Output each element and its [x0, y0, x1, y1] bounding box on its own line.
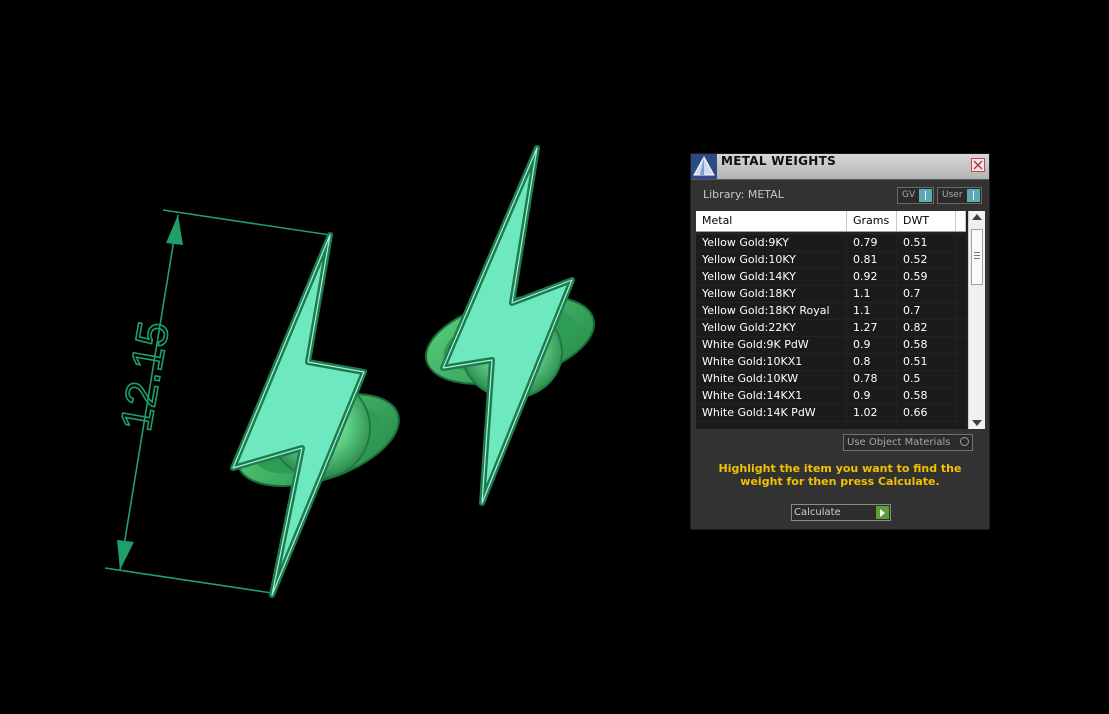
gv-label: GV: [902, 190, 916, 200]
table-row[interactable]: Yellow Gold:22KY 1.27 0.82: [696, 320, 966, 337]
cell-dwt: 0.51: [897, 354, 955, 370]
cell-metal: White Gold:10KX1: [696, 354, 846, 370]
column-header-grams[interactable]: Grams: [847, 211, 897, 231]
cell-dwt: 0.82: [897, 320, 955, 336]
column-header-metal[interactable]: Metal: [696, 211, 847, 231]
gv-toggle-indicator-icon: [919, 189, 932, 202]
cell-metal: Yellow Gold:18KY: [696, 286, 846, 302]
table-row-partial[interactable]: [696, 422, 966, 429]
table-row[interactable]: White Gold:14KX1 0.9 0.58: [696, 388, 966, 405]
cell-grams: 0.81: [847, 252, 896, 268]
cell-metal: Yellow Gold:22KY: [696, 320, 846, 336]
table-row[interactable]: White Gold:10KW 0.78 0.5: [696, 371, 966, 388]
cell-extra: [956, 235, 966, 251]
cell-dwt: 0.58: [897, 337, 955, 353]
cell-grams: 1.1: [847, 286, 896, 302]
table-row[interactable]: Yellow Gold:10KY 0.81 0.52: [696, 252, 966, 269]
cell-metal: Yellow Gold:14KY: [696, 269, 846, 285]
cell-grams: 0.79: [847, 235, 896, 251]
user-toggle-indicator-icon: [967, 189, 980, 202]
right-earring-model[interactable]: [417, 145, 603, 506]
gv-toggle[interactable]: GV: [897, 187, 934, 204]
cell-dwt: 0.52: [897, 252, 955, 268]
play-arrow-icon: [876, 506, 889, 519]
cell-extra: [956, 422, 966, 429]
panel-titlebar[interactable]: METAL WEIGHTS: [691, 154, 989, 180]
cell-dwt: 0.51: [897, 235, 955, 251]
cell-metal-partial: [696, 422, 846, 429]
cell-metal: Yellow Gold:18KY Royal: [696, 303, 846, 319]
scroll-up-arrow-icon[interactable]: [972, 214, 982, 220]
instruction-text: Highlight the item you want to find the …: [718, 462, 962, 488]
cell-metal: White Gold:14KX1: [696, 388, 846, 404]
grip-line: [974, 258, 980, 259]
cell-extra: [956, 320, 966, 336]
use-object-materials-label: Use Object Materials: [847, 437, 951, 448]
cell-extra: [956, 337, 966, 353]
cell-extra: [956, 388, 966, 404]
cell-extra: [956, 252, 966, 268]
cell-grams: 0.8: [847, 354, 896, 370]
table-rows: Yellow Gold:9KY 0.79 0.51 Yellow Gold:10…: [696, 235, 966, 429]
user-toggle[interactable]: User: [937, 187, 982, 204]
cell-extra: [956, 405, 966, 421]
table-row[interactable]: White Gold:14K PdW 1.02 0.66: [696, 405, 966, 422]
grip-line: [974, 255, 980, 256]
cell-grams: 1.02: [847, 405, 896, 421]
cell-metal: Yellow Gold:10KY: [696, 252, 846, 268]
column-header-dwt[interactable]: DWT: [897, 211, 956, 231]
cell-dwt: 0.7: [897, 286, 955, 302]
table-row[interactable]: White Gold:9K PdW 0.9 0.58: [696, 337, 966, 354]
scroll-down-arrow-icon[interactable]: [972, 420, 982, 426]
cell-extra: [956, 354, 966, 370]
cell-grams-partial: [847, 422, 896, 429]
cell-grams: 0.78: [847, 371, 896, 387]
user-label: User: [942, 190, 963, 200]
table-row[interactable]: White Gold:10KX1 0.8 0.51: [696, 354, 966, 371]
table-row[interactable]: Yellow Gold:18KY Royal 1.1 0.7: [696, 303, 966, 320]
scroll-thumb[interactable]: [971, 229, 983, 285]
cell-dwt: 0.58: [897, 388, 955, 404]
radio-circle-icon: [960, 437, 969, 446]
cell-dwt-partial: [897, 422, 955, 429]
cell-grams: 0.92: [847, 269, 896, 285]
grip-line: [974, 252, 980, 253]
left-earring-model[interactable]: [226, 232, 410, 598]
use-object-materials-toggle[interactable]: Use Object Materials: [843, 434, 973, 451]
metal-weights-panel: METAL WEIGHTS Library: METAL GV User Met…: [690, 153, 990, 530]
table-row[interactable]: Yellow Gold:14KY 0.92 0.59: [696, 269, 966, 286]
table-scrollbar[interactable]: [968, 211, 985, 429]
cell-extra: [956, 286, 966, 302]
table-row[interactable]: Yellow Gold:18KY 1.1 0.7: [696, 286, 966, 303]
table-row[interactable]: Yellow Gold:9KY 0.79 0.51: [696, 235, 966, 252]
cell-grams: 1.1: [847, 303, 896, 319]
cell-grams: 0.9: [847, 388, 896, 404]
cell-metal: White Gold:10KW: [696, 371, 846, 387]
cell-dwt: 0.66: [897, 405, 955, 421]
cell-grams: 0.9: [847, 337, 896, 353]
library-label: Library: METAL: [703, 188, 784, 201]
close-icon: [973, 160, 983, 170]
dimension-value: 12.15: [112, 318, 179, 435]
cell-extra: [956, 303, 966, 319]
cell-metal: Yellow Gold:9KY: [696, 235, 846, 251]
calculate-button[interactable]: Calculate: [791, 504, 891, 521]
table-header: Metal Grams DWT: [696, 211, 966, 232]
calculate-label: Calculate: [794, 507, 841, 518]
pyramid-logo-icon: [691, 154, 717, 179]
cell-dwt: 0.59: [897, 269, 955, 285]
cell-extra: [956, 269, 966, 285]
close-button[interactable]: [971, 158, 985, 172]
cell-extra: [956, 371, 966, 387]
cell-dwt: 0.7: [897, 303, 955, 319]
cell-metal: White Gold:9K PdW: [696, 337, 846, 353]
cell-grams: 1.27: [847, 320, 896, 336]
metal-table[interactable]: Metal Grams DWT Yellow Gold:9KY 0.79 0.5…: [696, 211, 985, 429]
column-header-extra: [956, 211, 966, 231]
cell-metal: White Gold:14K PdW: [696, 405, 846, 421]
panel-title: METAL WEIGHTS: [721, 154, 837, 168]
cell-dwt: 0.5: [897, 371, 955, 387]
